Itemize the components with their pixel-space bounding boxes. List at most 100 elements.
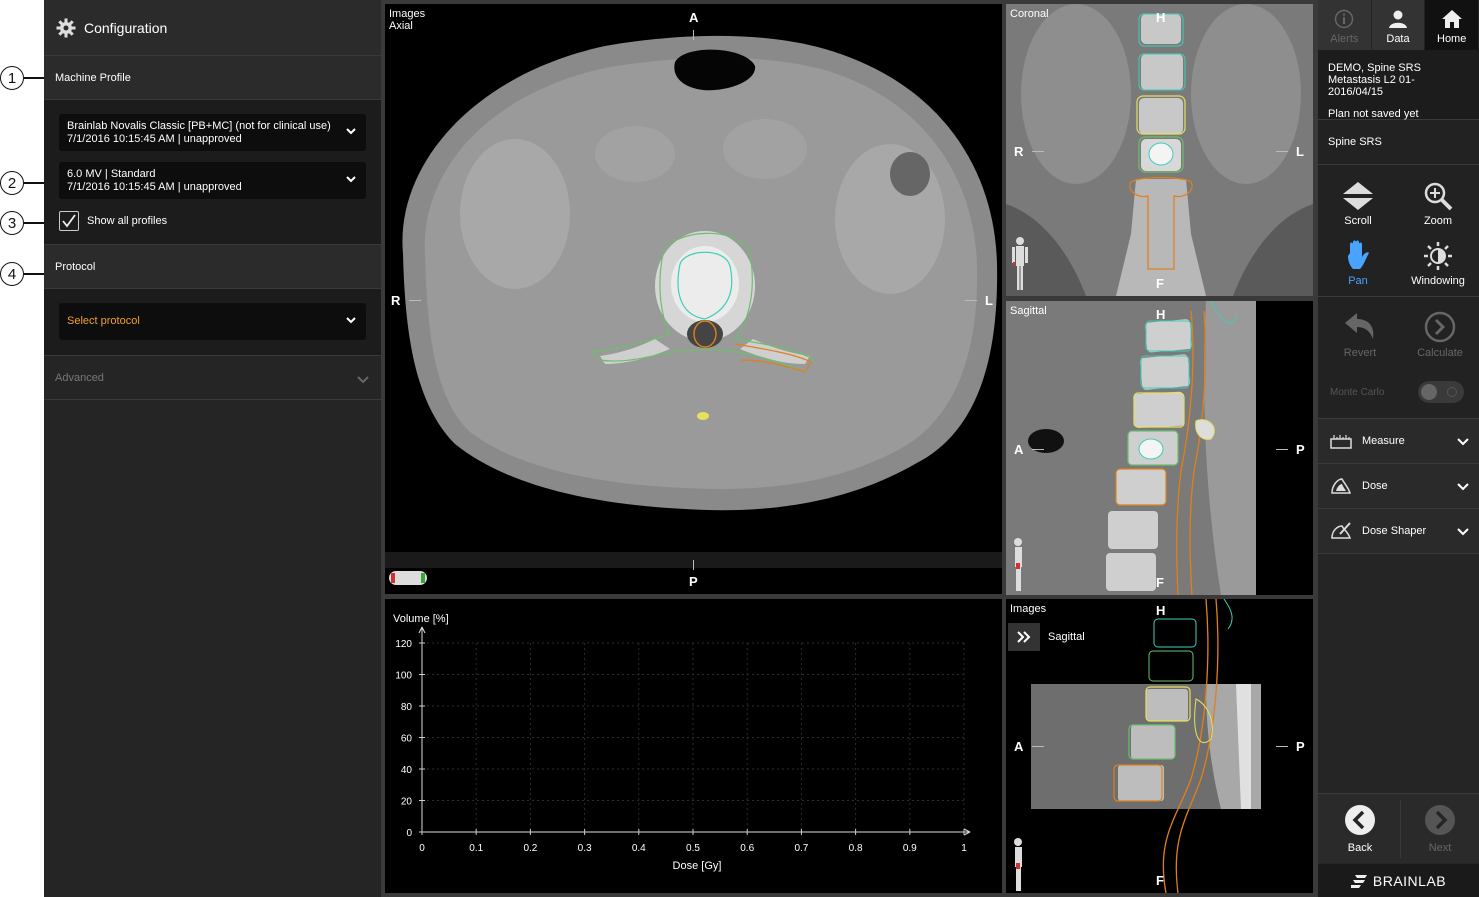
coronal-viewport[interactable]: Coronal H F R L	[1006, 4, 1313, 296]
images-viewport[interactable]: Images Sagittal H F A P	[1006, 599, 1313, 893]
chevron-down-icon	[1457, 528, 1469, 536]
monte-carlo-toggle[interactable]	[1418, 381, 1464, 403]
expand-images-button[interactable]	[1008, 623, 1040, 651]
show-all-profiles-label: Show all profiles	[87, 215, 168, 227]
calculation-section: Revert Calculate Monte Carlo	[1318, 297, 1479, 419]
calculate-arrow-icon	[1424, 311, 1456, 343]
orientation-foot: F	[1156, 873, 1164, 888]
orientation-anterior: A	[1014, 442, 1024, 457]
orientation-anterior: A	[1014, 739, 1024, 754]
configuration-title: Configuration	[84, 19, 168, 36]
machine-profile-heading: Machine Profile	[44, 56, 381, 100]
next-arrow-icon	[1425, 805, 1455, 835]
y-axis-label: Volume [%]	[393, 613, 449, 625]
sagittal-label: Sagittal	[1010, 305, 1047, 317]
patient-study: Metastasis L2 01-2016/04/15	[1328, 74, 1415, 98]
advanced-section-toggle[interactable]: Advanced	[44, 356, 381, 400]
calculate-button[interactable]: Calculate	[1400, 305, 1479, 365]
checkmark-icon	[62, 214, 76, 228]
chevron-down-icon	[346, 128, 356, 135]
zoom-tool-button[interactable]: Zoom	[1398, 173, 1478, 233]
patient-icon	[1389, 10, 1407, 28]
callout-4: 4	[0, 262, 50, 286]
orientation-posterior: P	[1296, 739, 1305, 754]
x-tick-label: 0.3	[578, 843, 592, 854]
next-button[interactable]: Next	[1400, 794, 1479, 862]
orientation-posterior: P	[1296, 442, 1305, 457]
brand-name: BRAINLAB	[1372, 872, 1447, 889]
orientation-left: L	[985, 293, 993, 308]
protocol-placeholder: Select protocol	[67, 315, 140, 327]
info-icon	[1335, 9, 1354, 29]
pan-hand-icon	[1348, 240, 1369, 269]
home-icon	[1441, 10, 1462, 28]
x-tick-label: 0.6	[740, 843, 754, 854]
orientation-posterior: P	[689, 574, 698, 589]
callout-1: 1	[0, 66, 50, 90]
x-tick-label: 0.4	[632, 843, 646, 854]
windowing-icon	[1424, 242, 1452, 270]
plan-status: Plan not saved yet	[1328, 108, 1419, 120]
orientation-left: L	[1296, 144, 1304, 159]
ruler-icon	[1330, 435, 1352, 449]
chevron-down-icon	[1457, 438, 1469, 446]
axial-viewport[interactable]: Images Axial A P R L	[385, 4, 1002, 594]
orientation-right: R	[391, 293, 401, 308]
coronal-label: Coronal	[1010, 8, 1049, 20]
show-all-profiles-row: Show all profiles	[59, 210, 366, 232]
dose-shaper-accordion[interactable]: Dose Shaper	[1318, 509, 1479, 554]
orientation-head: H	[1156, 307, 1166, 322]
orientation-head: H	[1156, 10, 1166, 25]
brainlab-logo-icon	[1350, 874, 1367, 888]
show-all-profiles-checkbox[interactable]	[59, 211, 79, 231]
x-tick-label: 0.7	[794, 843, 808, 854]
tab-alerts[interactable]: Alerts	[1318, 0, 1372, 50]
y-tick-label: 100	[395, 671, 412, 682]
tab-home[interactable]: Home	[1425, 0, 1479, 50]
axial-label: Images Axial	[389, 8, 426, 32]
images-sublabel: Sagittal	[1048, 631, 1085, 643]
revert-button[interactable]: Revert	[1320, 305, 1400, 365]
images-label: Images	[1010, 603, 1047, 615]
energy-dropdown[interactable]: 6.0 MV | Standard 7/1/2016 10:15:45 AM |…	[59, 162, 366, 199]
chevron-down-icon	[346, 317, 356, 324]
images-ct-image	[1006, 599, 1313, 893]
protocol-section: Select protocol	[44, 289, 381, 356]
protocol-dropdown[interactable]: Select protocol	[59, 303, 366, 340]
orientation-anterior: A	[689, 10, 699, 25]
tab-data[interactable]: Data	[1371, 0, 1426, 50]
orientation-right: R	[1014, 144, 1024, 159]
y-tick-label: 80	[401, 702, 413, 713]
y-tick-label: 60	[401, 734, 413, 745]
sagittal-ct-image	[1006, 301, 1313, 595]
dvh-chart: Volume [%] Dose [Gy] 0 0.1 0.2 0.3 0.4 0.5 0.6…	[393, 613, 971, 872]
dose-shaper-icon	[1331, 522, 1352, 539]
scroll-tool-button[interactable]: Scroll	[1318, 173, 1398, 233]
y-tick-label: 120	[395, 639, 412, 650]
monte-carlo-label: Monte Carlo	[1330, 387, 1385, 398]
orientation-foot: F	[1156, 276, 1164, 291]
pan-tool-button[interactable]: Pan	[1318, 233, 1398, 293]
top-tabs: Alerts Data Home	[1318, 0, 1479, 50]
protocol-heading: Protocol	[44, 245, 381, 289]
measure-accordion[interactable]: Measure	[1318, 419, 1479, 464]
windowing-tool-button[interactable]: Windowing	[1398, 233, 1478, 293]
y-tick-label: 20	[401, 797, 413, 808]
back-button[interactable]: Back	[1320, 794, 1400, 862]
advanced-label: Advanced	[55, 371, 104, 384]
double-chevron-right-icon	[1017, 631, 1031, 643]
back-arrow-icon	[1345, 805, 1375, 835]
x-tick-label: 0.2	[523, 843, 537, 854]
configuration-panel: Configuration Machine Profile Brainlab N…	[44, 0, 381, 897]
sagittal-viewport[interactable]: Sagittal H F A P	[1006, 301, 1313, 595]
navigation-bar: Back Next	[1318, 793, 1479, 863]
dose-accordion[interactable]: Dose	[1318, 464, 1479, 509]
patient-info: DEMO, Spine SRS Metastasis L2 01-2016/04…	[1318, 50, 1479, 120]
chevron-down-icon	[346, 176, 356, 183]
machine-profile-date: 7/1/2016 10:15:45 AM | unapproved	[67, 133, 242, 145]
machine-profile-dropdown[interactable]: Brainlab Novalis Classic [PB+MC] (not fo…	[59, 114, 366, 151]
patient-name: DEMO, Spine SRS	[1328, 62, 1421, 74]
image-viewer-area: Images Axial A P R L Coronal H F R L Sag…	[381, 0, 1318, 897]
chevron-down-icon	[357, 376, 369, 384]
energy-date: 7/1/2016 10:15:45 AM | unapproved	[67, 181, 242, 193]
